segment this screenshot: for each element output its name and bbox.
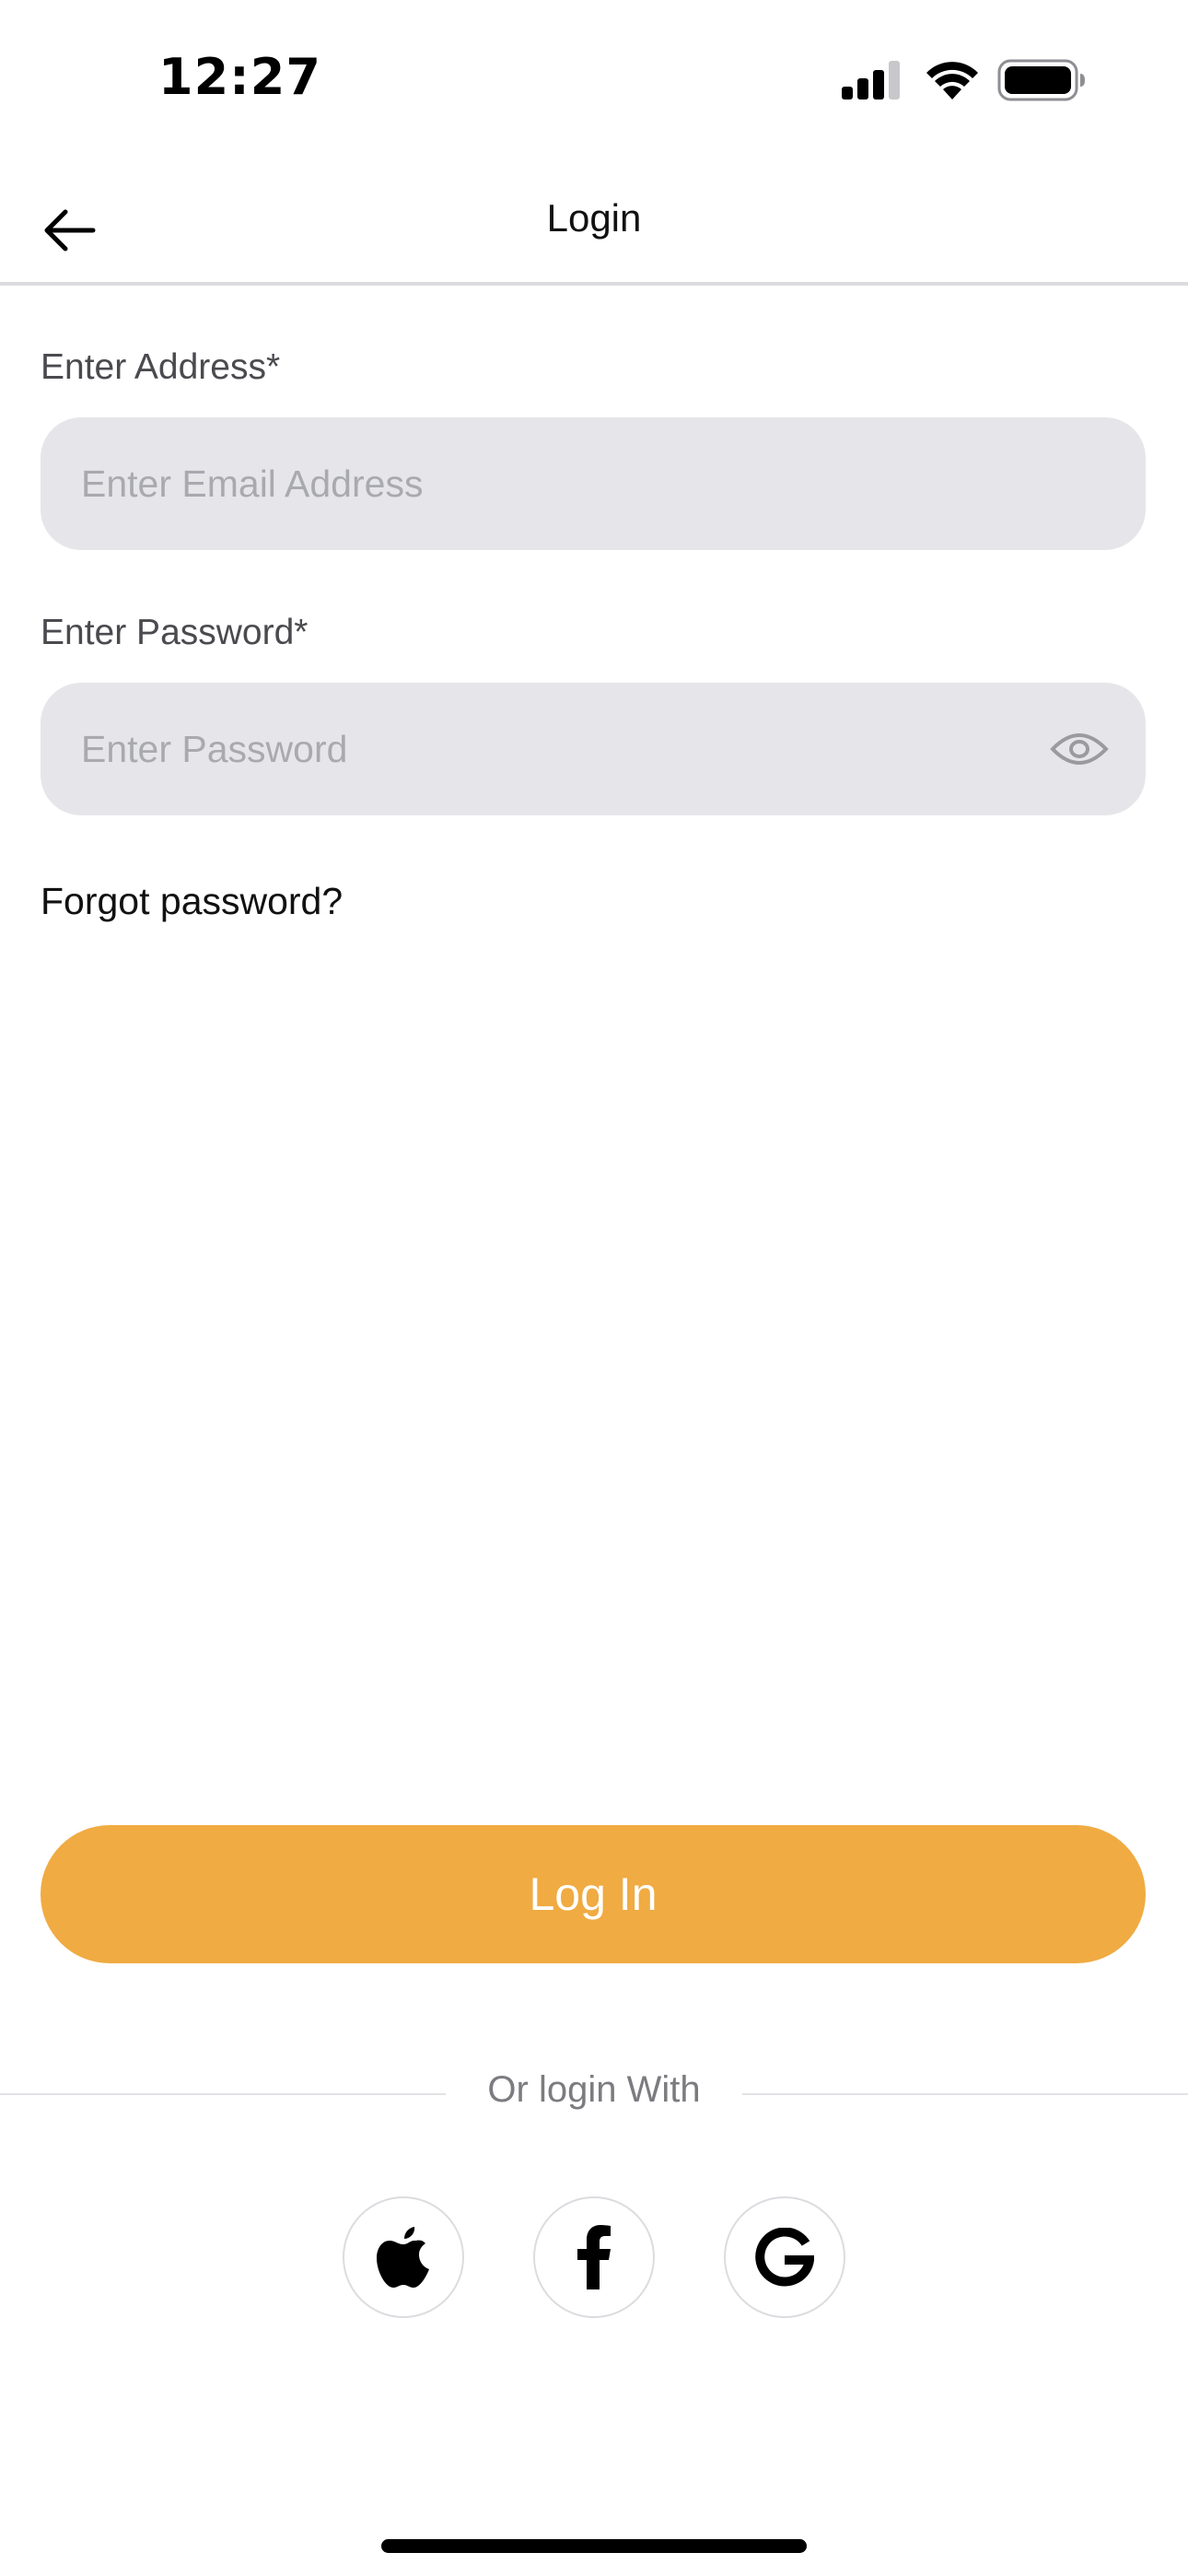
google-login-button[interactable] bbox=[724, 2196, 845, 2318]
eye-icon bbox=[1050, 733, 1109, 765]
divider-line-right bbox=[742, 2093, 1188, 2095]
apple-icon bbox=[377, 2227, 429, 2288]
password-field-container bbox=[41, 683, 1146, 815]
cellular-signal-icon bbox=[842, 61, 900, 100]
google-icon bbox=[755, 2228, 814, 2287]
battery-icon bbox=[997, 59, 1085, 101]
password-input[interactable] bbox=[41, 683, 1146, 815]
page-title: Login bbox=[546, 196, 642, 240]
email-input[interactable] bbox=[41, 417, 1146, 550]
password-label: Enter Password* bbox=[41, 613, 309, 652]
nav-header: Login bbox=[0, 161, 1188, 286]
status-bar: 12:27 bbox=[0, 0, 1188, 161]
email-field-container bbox=[41, 417, 1146, 550]
home-indicator bbox=[381, 2539, 807, 2553]
status-time: 12:27 bbox=[158, 48, 321, 106]
wifi-icon bbox=[926, 62, 978, 100]
divider-text: Or login With bbox=[487, 2069, 701, 2110]
facebook-icon bbox=[577, 2225, 611, 2289]
email-label: Enter Address* bbox=[41, 347, 281, 387]
apple-login-button[interactable] bbox=[343, 2196, 464, 2318]
show-password-toggle[interactable] bbox=[1050, 721, 1109, 777]
login-button[interactable]: Log In bbox=[41, 1825, 1146, 1963]
forgot-password-link[interactable]: Forgot password? bbox=[41, 880, 343, 923]
facebook-login-button[interactable] bbox=[533, 2196, 655, 2318]
